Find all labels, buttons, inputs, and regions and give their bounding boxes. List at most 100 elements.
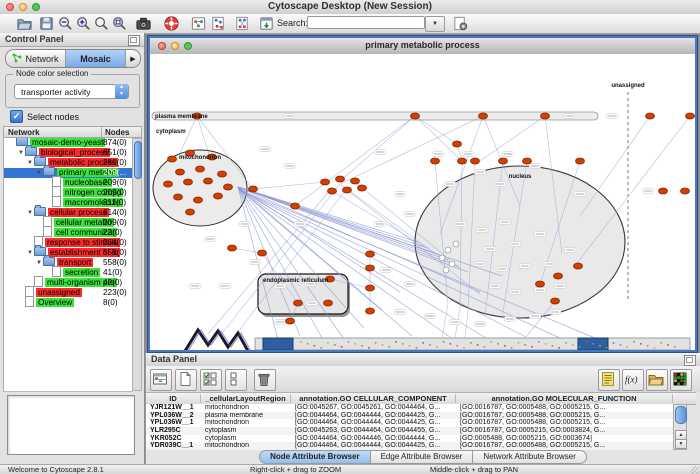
gene-node[interactable] bbox=[186, 209, 195, 215]
float-panel-icon[interactable] bbox=[128, 35, 140, 46]
gene-node[interactable] bbox=[286, 318, 295, 324]
column-header[interactable]: annotation.GO CELLULAR_COMPONENT bbox=[291, 394, 456, 403]
birdseye-view[interactable] bbox=[7, 395, 135, 455]
gene-node[interactable] bbox=[291, 203, 300, 209]
tree-scrollbar-thumb[interactable] bbox=[134, 141, 142, 179]
gene-node[interactable] bbox=[224, 184, 233, 190]
unselect-attributes-icon[interactable] bbox=[225, 369, 247, 391]
tree-row[interactable]: unassigned223(0) bbox=[4, 288, 133, 298]
tree-expand-icon[interactable]: ▼ bbox=[26, 248, 34, 258]
tab-mosaic[interactable]: Mosaic bbox=[66, 50, 126, 67]
network-overlay-2-icon[interactable] bbox=[234, 15, 251, 32]
delete-attribute-icon[interactable] bbox=[254, 369, 276, 391]
node-color-dropdown[interactable]: transporter activity ▲▼ bbox=[14, 84, 129, 99]
gene-node[interactable] bbox=[576, 158, 585, 164]
matrix-icon[interactable] bbox=[670, 369, 692, 391]
gene-node[interactable] bbox=[204, 178, 213, 184]
tree-row[interactable]: mosaic-demo-yeast874(0) bbox=[4, 138, 133, 148]
vizmapper-icon[interactable] bbox=[190, 15, 207, 32]
column-header[interactable]: annotation.GO MOLECULAR_FUNCTION bbox=[456, 394, 673, 403]
network-canvas[interactable]: plasma membranecytoplasmmitochondrionnuc… bbox=[150, 54, 695, 350]
search-input[interactable] bbox=[307, 16, 425, 29]
tree-row[interactable]: ▼metabolic process280(0) bbox=[4, 158, 133, 168]
tree-expand-icon[interactable]: ▼ bbox=[17, 148, 25, 158]
gene-node[interactable] bbox=[411, 113, 420, 119]
select-nodes-checkbox[interactable]: ✓ bbox=[10, 110, 23, 123]
gene-node[interactable] bbox=[554, 273, 563, 279]
gene-node[interactable] bbox=[458, 158, 467, 164]
gene-node[interactable] bbox=[366, 285, 375, 291]
tree-row[interactable]: multi-organism pro42(0) bbox=[4, 278, 133, 288]
tree-expand-icon[interactable]: ▼ bbox=[35, 258, 43, 268]
tree-column-nodes[interactable]: Nodes bbox=[105, 128, 129, 137]
tree-row[interactable]: response to stimulu264(0) bbox=[4, 238, 133, 248]
gene-node[interactable] bbox=[366, 308, 375, 314]
function-builder-icon[interactable]: f(x) bbox=[622, 369, 644, 391]
tree-scrollbar[interactable] bbox=[132, 138, 142, 391]
gene-node[interactable] bbox=[258, 250, 267, 256]
tree-row[interactable]: nucleobase-209(0) bbox=[4, 178, 133, 188]
gene-node[interactable] bbox=[351, 178, 360, 184]
gene-node[interactable] bbox=[659, 188, 668, 194]
gene-node[interactable] bbox=[218, 171, 227, 177]
small-node[interactable] bbox=[445, 247, 451, 253]
plugin-manager-icon[interactable] bbox=[258, 15, 275, 32]
tree-row[interactable]: cellular metabo209(0) bbox=[4, 218, 133, 228]
tree-expand-icon[interactable]: ▼ bbox=[26, 208, 34, 218]
gene-node[interactable] bbox=[321, 179, 330, 185]
tree-row[interactable]: nitrogen compo209(0) bbox=[4, 188, 133, 198]
import-file-icon[interactable] bbox=[646, 369, 668, 391]
tree-row[interactable]: ▼primary metabo209(... bbox=[4, 168, 133, 178]
new-attribute-icon[interactable] bbox=[175, 369, 197, 391]
gene-node[interactable] bbox=[479, 113, 488, 119]
table-row[interactable]: YPL036W__1mitochondrion[GO:0044464, GO:0… bbox=[146, 419, 673, 427]
gene-node[interactable] bbox=[366, 265, 375, 271]
small-node[interactable] bbox=[453, 241, 459, 247]
gene-node[interactable] bbox=[358, 185, 367, 191]
open-icon[interactable] bbox=[16, 15, 33, 32]
gene-node[interactable] bbox=[686, 113, 695, 119]
save-icon[interactable] bbox=[38, 15, 55, 32]
table-scrollbar-thumb[interactable] bbox=[675, 406, 687, 424]
gene-node[interactable] bbox=[551, 298, 560, 304]
gene-node[interactable] bbox=[249, 186, 258, 192]
gene-node[interactable] bbox=[343, 187, 352, 193]
gene-node[interactable] bbox=[164, 181, 173, 187]
table-row[interactable]: YLR295Ccytoplasm[GO:0045263, GO:0044464,… bbox=[146, 427, 673, 435]
tree-expand-icon[interactable]: ▼ bbox=[35, 168, 43, 178]
tab-network[interactable]: Network bbox=[6, 50, 66, 67]
tree-row[interactable]: ▼transport558(0) bbox=[4, 258, 133, 268]
gene-node[interactable] bbox=[536, 281, 545, 287]
gene-node[interactable] bbox=[184, 179, 193, 185]
table-row[interactable]: YJR121W__1mitochondrion[GO:0045267, GO:0… bbox=[146, 404, 673, 412]
select-attributes-icon[interactable] bbox=[200, 369, 222, 391]
gene-node[interactable] bbox=[196, 166, 205, 172]
gene-node[interactable] bbox=[176, 169, 185, 175]
tree-row[interactable]: Overview8(0) bbox=[4, 298, 133, 308]
gene-node[interactable] bbox=[574, 263, 583, 269]
tab-overflow-arrow[interactable]: ▶ bbox=[126, 50, 140, 67]
table-row[interactable]: YKR052Ccytoplasm[GO:0044464, GO:0044446,… bbox=[146, 435, 673, 443]
gene-node[interactable] bbox=[168, 156, 177, 162]
column-header[interactable]: ID bbox=[146, 394, 201, 403]
gene-node[interactable] bbox=[523, 158, 532, 164]
tree-expand-icon[interactable]: ▼ bbox=[26, 158, 34, 168]
table-row[interactable]: YDR039C__1mitochondrion[GO:0044464, GO:0… bbox=[146, 442, 673, 450]
gene-node[interactable] bbox=[499, 158, 508, 164]
column-header[interactable]: _cellularLayoutRegion bbox=[201, 394, 291, 403]
tree-row[interactable]: macromolecule311(0) bbox=[4, 198, 133, 208]
network-graph[interactable]: plasma membranecytoplasmmitochondrionnuc… bbox=[150, 54, 695, 350]
small-node[interactable] bbox=[439, 255, 445, 261]
tab-node-attribute-browser[interactable]: Node Attribute Browser bbox=[259, 450, 371, 464]
scroll-down-icon[interactable]: ▼ bbox=[675, 439, 687, 449]
gene-node[interactable] bbox=[431, 158, 440, 164]
gene-node[interactable] bbox=[366, 251, 375, 257]
tree-column-network[interactable]: Network bbox=[8, 128, 40, 137]
table-row[interactable]: YPL036W__2plasma membrane[GO:0044464, GO… bbox=[146, 412, 673, 420]
gene-node[interactable] bbox=[328, 188, 337, 194]
help-icon[interactable] bbox=[163, 15, 180, 32]
tree-row[interactable]: ▼establishment of lo558(0) bbox=[4, 248, 133, 258]
tree-column-divider[interactable] bbox=[101, 127, 102, 137]
zoom-fit-icon[interactable] bbox=[93, 15, 110, 32]
gene-node[interactable] bbox=[453, 141, 462, 147]
